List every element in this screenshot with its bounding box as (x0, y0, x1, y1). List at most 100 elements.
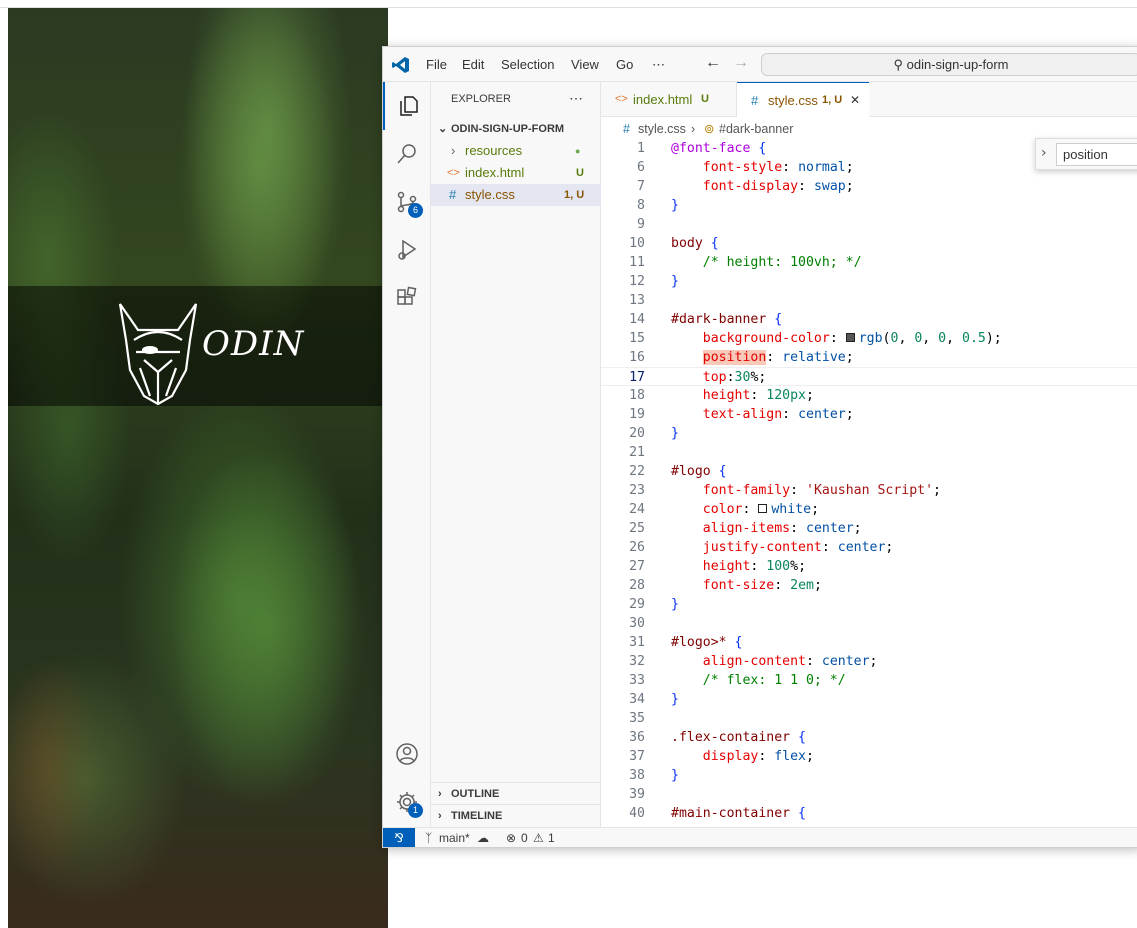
sync-icon[interactable]: ☁ (477, 828, 489, 847)
tab-index-html[interactable]: <> index.html U (601, 82, 737, 117)
line-content: color: white; (702, 502, 820, 517)
branch-name[interactable]: main* (439, 828, 470, 847)
warning-count[interactable]: 1 (548, 828, 555, 847)
forward-arrow-icon[interactable]: → (733, 54, 749, 72)
line-number: 36 (629, 730, 645, 745)
line-content: position: relative; (702, 350, 854, 365)
menu-go[interactable]: Go (616, 57, 633, 72)
workspace-root[interactable]: ⌄ ODIN-SIGN-UP-FORM (431, 118, 601, 140)
code-line[interactable]: 21 (601, 443, 1137, 462)
find-widget: › position (1035, 138, 1137, 170)
code-line[interactable]: 23 font-family: 'Kaushan Script'; (601, 481, 1137, 500)
timeline-label: TIMELINE (451, 810, 503, 822)
code-line[interactable]: 17 top:30%; (601, 367, 1137, 386)
line-content: height: 120px; (702, 388, 814, 403)
tab-style-css[interactable]: # style.css 1, U ✕ (737, 82, 869, 118)
settings-gear-icon[interactable]: 1 (383, 778, 431, 826)
menu-more[interactable]: ⋯ (652, 57, 665, 73)
browser-top-strip (0, 0, 1137, 8)
breadcrumb-symbol[interactable]: #dark-banner (719, 118, 793, 140)
back-arrow-icon[interactable]: ← (705, 54, 721, 72)
code-line[interactable]: 15 background-color: rgb(0, 0, 0, 0.5); (601, 329, 1137, 348)
code-line[interactable]: 35 (601, 709, 1137, 728)
code-line[interactable]: 38} (601, 766, 1137, 785)
code-line[interactable]: 28 font-size: 2em; (601, 576, 1137, 595)
git-status-badge: 1, U (564, 189, 585, 201)
account-icon[interactable] (383, 730, 431, 778)
line-content: text-align: center; (702, 407, 854, 422)
line-number: 17 (629, 370, 645, 385)
source-control-icon[interactable]: 6 (383, 178, 431, 226)
line-number: 29 (629, 597, 645, 612)
line-number: 30 (629, 616, 645, 631)
code-line[interactable]: 19 text-align: center; (601, 405, 1137, 424)
code-line[interactable]: 11 /* height: 100vh; */ (601, 253, 1137, 272)
code-line[interactable]: 40 #main-container { (601, 804, 1137, 823)
code-line[interactable]: 33 /* flex: 1 1 0; */ (601, 671, 1137, 690)
code-line[interactable]: 30 (601, 614, 1137, 633)
command-center-search[interactable]: ⚲ odin-sign-up-form (761, 53, 1137, 76)
line-content: font-style: normal; (702, 160, 854, 175)
menu-edit[interactable]: Edit (462, 57, 484, 72)
menu-file[interactable]: File (426, 57, 447, 72)
line-number: 31 (629, 635, 645, 650)
explorer-icon[interactable] (383, 82, 431, 130)
menu-view[interactable]: View (571, 57, 599, 72)
chevron-right-icon[interactable]: › (1041, 145, 1047, 161)
error-icon: ⊗ (506, 831, 517, 845)
code-line[interactable]: 36 .flex-container { (601, 728, 1137, 747)
code-line[interactable]: 18 height: 120px; (601, 386, 1137, 405)
code-line[interactable]: 22 #logo { (601, 462, 1137, 481)
code-line[interactable]: 39 (601, 785, 1137, 804)
line-number: 18 (629, 388, 645, 403)
extensions-icon[interactable] (383, 274, 431, 322)
code-line[interactable]: 25 align-items: center; (601, 519, 1137, 538)
tree-item-label: style.css (465, 187, 515, 202)
scm-badge: 6 (408, 203, 423, 218)
code-line[interactable]: 8} (601, 196, 1137, 215)
close-icon[interactable]: ✕ (850, 83, 860, 118)
line-number: 6 (637, 160, 645, 175)
menu-selection[interactable]: Selection (501, 57, 554, 72)
code-line[interactable]: 13 (601, 291, 1137, 310)
line-content: font-size: 2em; (702, 578, 822, 593)
line-number: 13 (629, 293, 645, 308)
code-line[interactable]: 26 justify-content: center; (601, 538, 1137, 557)
breadcrumb-file[interactable]: style.css (638, 118, 686, 140)
tree-item-style-css[interactable]: # style.css 1, U (431, 184, 601, 206)
code-line[interactable]: 10 body { (601, 234, 1137, 253)
branch-icon: ᛉ (425, 831, 433, 845)
run-debug-icon[interactable] (383, 226, 431, 274)
outline-section[interactable]: › OUTLINE (431, 782, 601, 804)
vscode-window: File Edit Selection View Go ⋯ ← → ⚲ odin… (382, 46, 1137, 848)
code-line[interactable]: 34} (601, 690, 1137, 709)
code-line[interactable]: 24 color: white; (601, 500, 1137, 519)
code-line[interactable]: 31 #logo>* { (601, 633, 1137, 652)
remote-icon[interactable]: ⅋ (383, 828, 415, 847)
code-line[interactable]: 7 font-display: swap; (601, 177, 1137, 196)
tab-label: index.html (633, 92, 693, 107)
tree-item-index-html[interactable]: <> index.html U (431, 162, 601, 184)
code-line[interactable]: 32 align-content: center; (601, 652, 1137, 671)
odin-helmet-logo-icon (118, 303, 198, 406)
find-input[interactable]: position (1056, 143, 1137, 166)
line-content: height: 100%; (702, 559, 807, 574)
line-content: font-display: swap; (702, 179, 854, 194)
code-line[interactable]: 37 display: flex; (601, 747, 1137, 766)
line-content: /* flex: 1 1 0; */ (671, 673, 846, 688)
timeline-section[interactable]: › TIMELINE (431, 804, 601, 826)
explorer-more-button[interactable]: ⋯ (569, 90, 583, 107)
code-line[interactable]: 12} (601, 272, 1137, 291)
code-line[interactable]: 16 position: relative; (601, 348, 1137, 367)
error-count[interactable]: 0 (521, 828, 528, 847)
line-number: 32 (629, 654, 645, 669)
line-content: .flex-container { (671, 730, 806, 745)
search-view-icon[interactable] (383, 130, 431, 178)
code-line[interactable]: 27 height: 100%; (601, 557, 1137, 576)
tree-item-resources[interactable]: › resources ● (431, 140, 601, 162)
code-line[interactable]: 29} (601, 595, 1137, 614)
chevron-down-icon: ⌄ (438, 123, 448, 135)
code-line[interactable]: 9 (601, 215, 1137, 234)
code-line[interactable]: 14 #dark-banner { (601, 310, 1137, 329)
code-line[interactable]: 20} (601, 424, 1137, 443)
